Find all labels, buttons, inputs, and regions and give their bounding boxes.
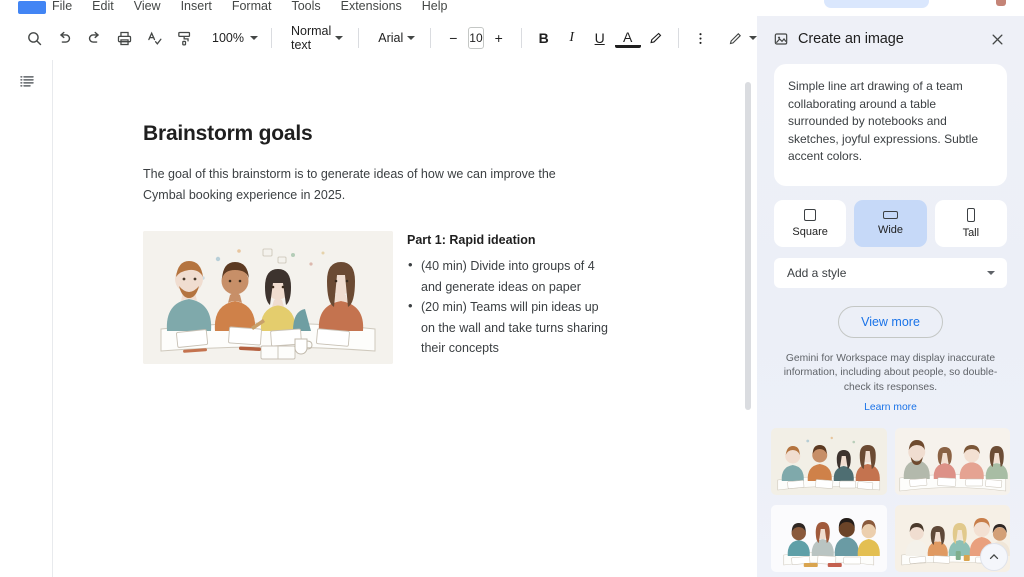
- paragraph-style-dropdown[interactable]: Normal text: [281, 20, 349, 56]
- more-vertical-icon[interactable]: [688, 25, 714, 51]
- add-a-style-dropdown[interactable]: Add a style: [774, 258, 1007, 288]
- spellcheck-icon[interactable]: [140, 24, 168, 52]
- style-dropdown-value: Add a style: [787, 266, 846, 280]
- generated-image-thumbnail-1[interactable]: [771, 428, 887, 495]
- menu-item-format[interactable]: Format: [230, 0, 274, 15]
- document-scrollbar[interactable]: [741, 60, 755, 577]
- inserted-image[interactable]: [143, 231, 393, 364]
- undo-icon[interactable]: [50, 24, 78, 52]
- aspect-ratio-label: Wide: [878, 224, 903, 236]
- prompt-input-card[interactable]: Simple line art drawing of a team collab…: [774, 64, 1007, 186]
- menu-item-tools[interactable]: Tools: [289, 0, 322, 15]
- menu-item-view[interactable]: View: [132, 0, 163, 15]
- avatar[interactable]: [996, 0, 1006, 6]
- image-icon: [773, 31, 789, 47]
- square-icon: [804, 209, 816, 221]
- print-icon[interactable]: [110, 24, 138, 52]
- section-heading: Part 1: Rapid ideation: [407, 233, 612, 247]
- learn-more-link[interactable]: Learn more: [757, 402, 1024, 413]
- menu-item-help[interactable]: Help: [420, 0, 450, 15]
- document-paragraph: The goal of this brainstorm is to genera…: [143, 164, 573, 205]
- share-button[interactable]: [824, 0, 929, 8]
- document-content-row: Part 1: Rapid ideation (40 min) Divide i…: [143, 231, 650, 364]
- zoom-level-value: 100%: [212, 31, 244, 45]
- toolbar-divider: [358, 28, 359, 48]
- text-color-button[interactable]: A: [615, 28, 641, 48]
- menu-item-edit[interactable]: Edit: [90, 0, 116, 15]
- menu-item-extensions[interactable]: Extensions: [339, 0, 404, 15]
- highlight-pen-icon[interactable]: [643, 25, 669, 51]
- chevron-down-icon: [749, 36, 757, 40]
- toolbar-divider: [521, 28, 522, 48]
- zoom-level-control[interactable]: 100%: [204, 28, 262, 48]
- generated-images-grid: [771, 428, 1010, 572]
- chevron-up-icon: [987, 550, 1001, 564]
- aspect-ratio-square-button[interactable]: Square: [774, 200, 846, 247]
- document-canvas: Brainstorm goals The goal of this brains…: [52, 60, 757, 577]
- left-rail: [0, 60, 52, 577]
- prompt-text: Simple line art drawing of a team collab…: [788, 78, 993, 166]
- menu-item-list: File Edit View Insert Format Tools Exten…: [50, 0, 450, 15]
- document-outline-icon[interactable]: [12, 66, 42, 96]
- toolbar-divider: [271, 28, 272, 48]
- menu-item-file[interactable]: File: [50, 0, 74, 15]
- panel-header: Create an image: [757, 16, 1024, 62]
- google-docs-logo-icon: [18, 1, 46, 14]
- scroll-to-top-button[interactable]: [980, 543, 1008, 571]
- view-more-button[interactable]: View more: [838, 306, 943, 338]
- underline-button[interactable]: U: [587, 25, 613, 51]
- aspect-ratio-group: Square Wide Tall: [774, 200, 1007, 247]
- close-icon[interactable]: [984, 26, 1010, 52]
- font-family-dropdown[interactable]: Arial: [368, 27, 421, 49]
- gemini-create-image-panel: Create an image Simple line art drawing …: [757, 16, 1024, 577]
- paint-format-icon[interactable]: [170, 24, 198, 52]
- google-docs-window: File Edit View Insert Format Tools Exten…: [0, 0, 1024, 577]
- page-title: Brainstorm goals: [143, 122, 650, 146]
- document-bullet-section: Part 1: Rapid ideation (40 min) Divide i…: [407, 231, 612, 359]
- menu-bar: File Edit View Insert Format Tools Exten…: [0, 0, 1024, 16]
- view-more-wrapper: View more: [757, 306, 1024, 338]
- wide-rectangle-icon: [883, 211, 898, 219]
- bullet-list: (40 min) Divide into groups of 4 and gen…: [407, 256, 612, 359]
- generated-image-thumbnail-3[interactable]: [771, 505, 887, 572]
- generated-image-thumbnail-2[interactable]: [895, 428, 1011, 495]
- font-size-input[interactable]: 10: [468, 27, 483, 49]
- menu-item-insert[interactable]: Insert: [179, 0, 214, 15]
- panel-title: Create an image: [798, 31, 975, 47]
- tall-rectangle-icon: [967, 208, 975, 222]
- redo-icon[interactable]: [80, 24, 108, 52]
- paragraph-style-value: Normal text: [291, 24, 331, 52]
- italic-button[interactable]: I: [559, 25, 585, 51]
- document-page[interactable]: Brainstorm goals The goal of this brains…: [53, 60, 710, 577]
- toolbar-divider: [430, 28, 431, 48]
- chevron-down-icon: [335, 36, 343, 40]
- aspect-ratio-label: Square: [792, 226, 827, 238]
- decrease-font-size-button[interactable]: −: [440, 25, 466, 51]
- disclaimer-text: Gemini for Workspace may display inaccur…: [781, 352, 1000, 396]
- increase-font-size-button[interactable]: +: [486, 25, 512, 51]
- formatting-toolbar: 100% Normal text Arial − 10 + B I U A: [0, 16, 757, 60]
- chevron-down-icon: [987, 271, 995, 275]
- list-item: (20 min) Teams will pin ideas up on the …: [407, 297, 612, 359]
- aspect-ratio-tall-button[interactable]: Tall: [935, 200, 1007, 247]
- chevron-down-icon: [250, 36, 258, 40]
- editing-mode-control[interactable]: [720, 28, 761, 49]
- search-icon[interactable]: [20, 24, 48, 52]
- scrollbar-thumb[interactable]: [745, 82, 751, 410]
- bold-button[interactable]: B: [531, 25, 557, 51]
- font-family-value: Arial: [378, 31, 403, 45]
- toolbar-divider: [678, 28, 679, 48]
- aspect-ratio-label: Tall: [963, 227, 980, 239]
- chevron-down-icon: [407, 36, 415, 40]
- edit-pencil-icon: [728, 31, 743, 46]
- aspect-ratio-wide-button[interactable]: Wide: [854, 200, 926, 247]
- list-item: (40 min) Divide into groups of 4 and gen…: [407, 256, 612, 297]
